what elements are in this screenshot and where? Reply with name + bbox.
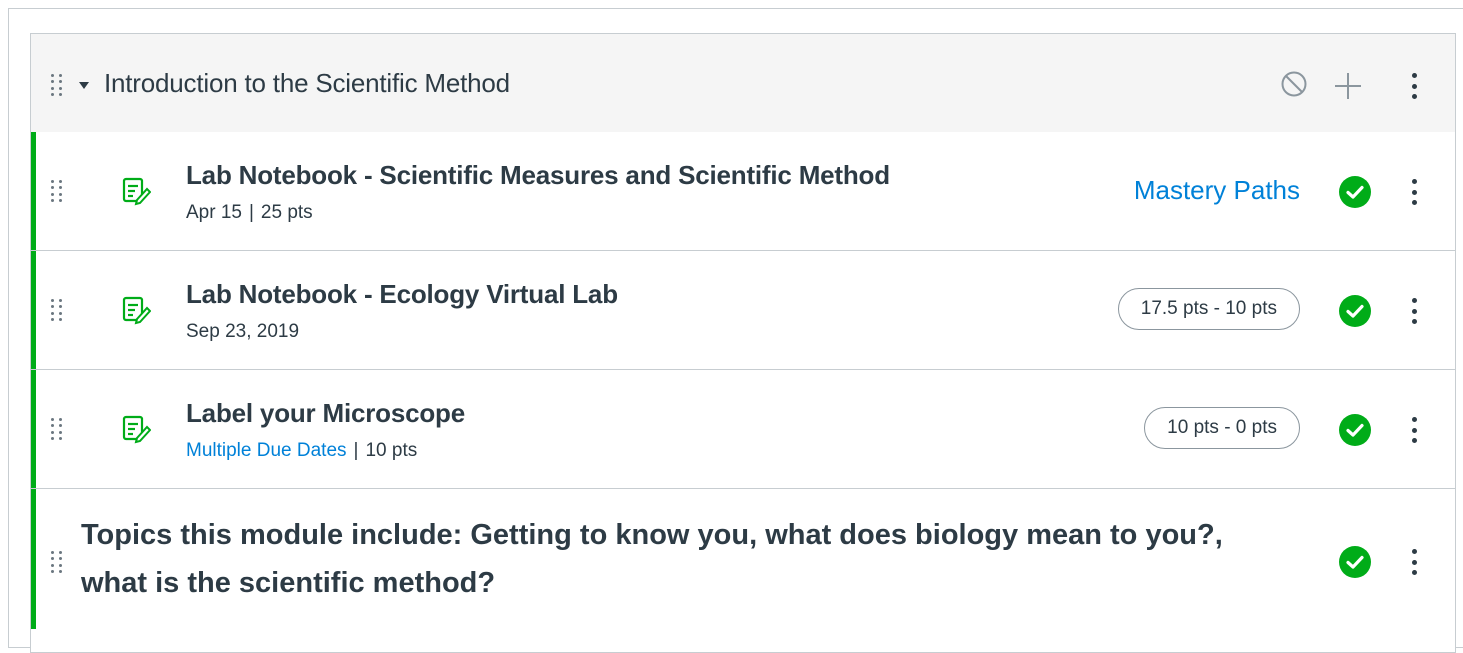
item-points: 25 pts: [260, 202, 313, 223]
item-title[interactable]: Lab Notebook - Scientific Measures and S…: [186, 160, 890, 191]
caret-down-icon[interactable]: [79, 82, 89, 89]
points-range-pill: 10 pts - 0 pts: [1144, 407, 1300, 449]
published-indicator-bar: [31, 489, 36, 629]
mastery-paths-link[interactable]: Mastery Paths: [1134, 175, 1300, 206]
published-indicator-bar: [31, 370, 36, 488]
check-circle-icon[interactable]: [1339, 176, 1371, 208]
meta-separator: |: [248, 202, 254, 223]
drag-handle-icon[interactable]: [51, 551, 65, 573]
module-item[interactable]: Label your Microscope Multiple Due Dates…: [31, 370, 1455, 489]
points-range-pill: 17.5 pts - 10 pts: [1117, 288, 1300, 330]
drag-handle-icon[interactable]: [51, 299, 65, 321]
assignment-icon: [122, 415, 151, 444]
module: Introduction to the Scientific Method La…: [30, 33, 1456, 653]
plus-icon[interactable]: [1333, 71, 1363, 101]
kebab-menu-icon[interactable]: [1411, 179, 1417, 205]
text-header-item[interactable]: Topics this module include: Getting to k…: [31, 489, 1455, 629]
module-header[interactable]: Introduction to the Scientific Method: [31, 34, 1455, 133]
drag-handle-icon[interactable]: [51, 180, 65, 202]
meta-separator: |: [353, 440, 359, 461]
assignment-icon: [122, 177, 151, 206]
published-indicator-bar: [31, 132, 36, 250]
check-circle-icon[interactable]: [1339, 414, 1371, 446]
kebab-menu-icon[interactable]: [1411, 73, 1417, 99]
multiple-due-dates-link[interactable]: Multiple Due Dates: [186, 440, 347, 461]
item-meta: Multiple Due Dates | 10 pts: [186, 440, 417, 462]
item-date: Sep 23, 2019: [186, 321, 300, 342]
check-circle-icon[interactable]: [1339, 546, 1371, 578]
check-circle-icon[interactable]: [1339, 295, 1371, 327]
drag-handle-icon[interactable]: [51, 418, 65, 440]
item-date: Apr 15: [186, 202, 242, 223]
item-title[interactable]: Lab Notebook - Ecology Virtual Lab: [186, 279, 618, 310]
assignment-icon: [122, 296, 151, 325]
text-header-title[interactable]: Topics this module include: Getting to k…: [81, 511, 1251, 607]
module-item[interactable]: Lab Notebook - Ecology Virtual Lab Sep 2…: [31, 251, 1455, 370]
drag-handle-icon[interactable]: [51, 74, 65, 96]
module-item[interactable]: Lab Notebook - Scientific Measures and S…: [31, 132, 1455, 251]
item-meta: Sep 23, 2019: [186, 321, 299, 343]
kebab-menu-icon[interactable]: [1411, 417, 1417, 443]
kebab-menu-icon[interactable]: [1411, 549, 1417, 575]
kebab-menu-icon[interactable]: [1411, 298, 1417, 324]
item-title[interactable]: Label your Microscope: [186, 398, 465, 429]
no-entry-icon[interactable]: [1280, 70, 1308, 98]
module-title[interactable]: Introduction to the Scientific Method: [104, 68, 510, 99]
published-indicator-bar: [31, 251, 36, 369]
item-meta: Apr 15 | 25 pts: [186, 202, 313, 224]
item-points: 10 pts: [365, 440, 418, 461]
